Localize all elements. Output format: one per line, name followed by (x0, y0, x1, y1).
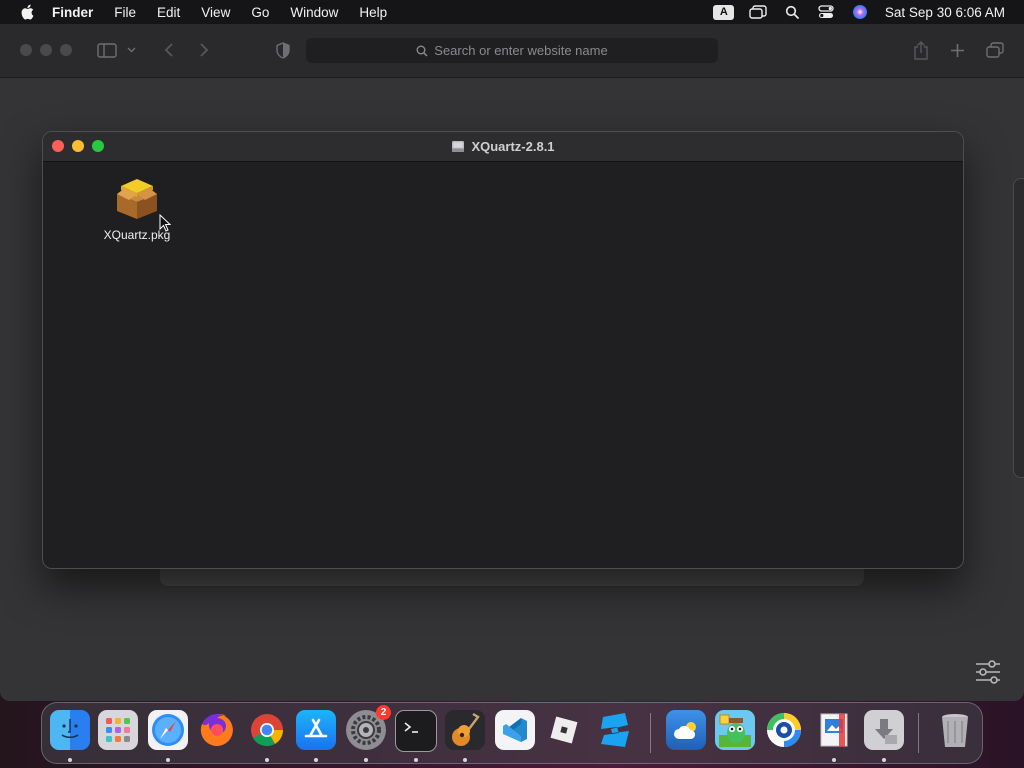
forward-chevron-icon[interactable] (193, 40, 215, 60)
tab-overview-icon[interactable] (984, 40, 1006, 60)
file-item[interactable]: XQuartz.pkg (97, 176, 177, 246)
tab-group-chevron-down-icon[interactable] (124, 40, 138, 60)
dock-garageband[interactable] (445, 710, 485, 762)
back-chevron-icon[interactable] (158, 40, 180, 60)
input-source-label: A (713, 4, 735, 20)
downloads-icon (864, 710, 904, 750)
menu-help[interactable]: Help (359, 5, 387, 20)
customize-sliders-icon[interactable] (974, 659, 1002, 685)
siri-icon[interactable] (849, 3, 871, 21)
spotlight-search-icon[interactable] (781, 3, 803, 21)
dock-vision-app[interactable] (764, 710, 804, 754)
game-icon (715, 710, 755, 750)
sidebar-toggle-icon[interactable] (96, 40, 118, 60)
preview-icon (814, 710, 854, 750)
terminal-icon (395, 710, 437, 752)
dock-firefox[interactable] (197, 710, 237, 754)
finder-window-shadow (160, 566, 864, 586)
dock-separator (918, 713, 919, 753)
dock-safari[interactable] (148, 710, 188, 762)
running-indicator (364, 758, 368, 762)
dock-trash[interactable] (935, 710, 975, 754)
address-placeholder: Search or enter website name (434, 43, 608, 58)
dock-finder[interactable] (50, 710, 90, 762)
running-indicator (882, 758, 886, 762)
finder-icon (50, 710, 90, 750)
dock-weather[interactable] (666, 710, 706, 754)
garageband-icon (445, 710, 485, 750)
roblox-icon (544, 710, 584, 750)
search-icon (416, 45, 428, 57)
running-indicator (414, 758, 418, 762)
system-settings-icon: 2 (346, 705, 391, 750)
browser-minimize-button[interactable] (40, 44, 52, 56)
firefox-icon (197, 710, 237, 750)
running-indicator (166, 758, 170, 762)
window-title-text: XQuartz-2.8.1 (471, 139, 555, 154)
dock-chrome[interactable] (247, 710, 287, 762)
launchpad-icon (98, 710, 138, 750)
stage-manager-icon[interactable] (747, 3, 769, 21)
window-title: XQuartz-2.8.1 (43, 132, 963, 161)
menu-window[interactable]: Window (290, 5, 338, 20)
browser-close-button[interactable] (20, 44, 32, 56)
side-panel-edge (1013, 178, 1024, 478)
chrome-icon (247, 710, 287, 750)
menu-bar-clock[interactable]: Sat Sep 30 6:06 AM (885, 5, 1005, 20)
running-indicator (68, 758, 72, 762)
disk-image-icon (452, 141, 465, 152)
menu-go[interactable]: Go (251, 5, 269, 20)
weather-icon (666, 710, 706, 750)
privacy-shield-icon[interactable] (272, 40, 294, 60)
dock-app-store[interactable] (296, 710, 336, 762)
address-bar[interactable]: Search or enter website name (306, 38, 718, 63)
app-store-icon (296, 710, 336, 750)
new-tab-plus-icon[interactable] (946, 40, 968, 60)
dock: 2 (41, 702, 983, 764)
roblox-studio-icon (594, 710, 634, 750)
share-icon[interactable] (910, 40, 932, 60)
trash-icon (935, 710, 975, 750)
apple-logo-icon[interactable] (18, 2, 38, 22)
vscode-icon (495, 710, 535, 750)
dock-separator (650, 713, 651, 753)
dock-roblox[interactable] (544, 710, 584, 754)
running-indicator (832, 758, 836, 762)
dock-system-settings[interactable]: 2 (346, 705, 391, 762)
menu-bar: Finder File Edit View Go Window Help A S… (0, 0, 1024, 24)
browser-toolbar: Search or enter website name (0, 24, 1024, 78)
menu-app-name[interactable]: Finder (52, 5, 93, 20)
menu-edit[interactable]: Edit (157, 5, 180, 20)
running-indicator (265, 758, 269, 762)
package-icon (117, 179, 157, 219)
input-source-icon[interactable]: A (713, 3, 735, 21)
dock-downloads[interactable] (864, 710, 904, 762)
safari-icon (148, 710, 188, 750)
browser-zoom-button[interactable] (60, 44, 72, 56)
eye-app-icon (764, 710, 804, 750)
dock-roblox-studio[interactable] (594, 710, 634, 754)
dock-launchpad[interactable] (98, 710, 138, 754)
notification-badge: 2 (376, 705, 391, 720)
dock-preview[interactable] (814, 710, 854, 762)
menu-file[interactable]: File (114, 5, 136, 20)
running-indicator (463, 758, 467, 762)
dock-vscode[interactable] (495, 710, 535, 754)
dock-terminal[interactable] (395, 710, 437, 762)
finder-window: XQuartz-2.8.1 XQuartz.pkg (42, 131, 964, 569)
control-center-icon[interactable] (815, 3, 837, 21)
finder-titlebar[interactable]: XQuartz-2.8.1 (43, 132, 963, 162)
mouse-pointer-icon (159, 214, 171, 232)
running-indicator (314, 758, 318, 762)
dock-game-app[interactable] (715, 710, 755, 754)
menu-view[interactable]: View (201, 5, 230, 20)
